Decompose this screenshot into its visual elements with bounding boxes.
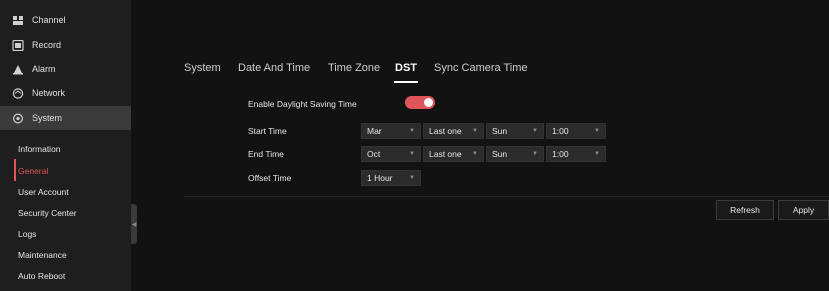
chevron-down-icon: ▼ bbox=[594, 151, 600, 157]
tab-time-zone[interactable]: Time Zone bbox=[328, 62, 380, 74]
chevron-down-icon: ▼ bbox=[532, 128, 538, 134]
chevron-left-icon: ◀ bbox=[131, 221, 137, 228]
chevron-down-icon: ▼ bbox=[594, 128, 600, 134]
alarm-icon bbox=[12, 64, 24, 75]
tab-sync-camera-time[interactable]: Sync Camera Time bbox=[434, 62, 528, 74]
active-tab-indicator bbox=[394, 81, 418, 83]
select-value: Mar bbox=[367, 126, 382, 136]
chevron-down-icon: ▼ bbox=[409, 175, 415, 181]
sidebar-item-label: Network bbox=[32, 88, 66, 98]
refresh-button-label: Refresh bbox=[730, 205, 760, 215]
chevron-down-icon: ▼ bbox=[409, 128, 415, 134]
sidebar-subitem-maintenance[interactable]: Maintenance bbox=[18, 250, 67, 260]
sidebar-item-system[interactable]: System bbox=[0, 106, 131, 130]
chevron-down-icon: ▼ bbox=[532, 151, 538, 157]
chevron-down-icon: ▼ bbox=[472, 151, 478, 157]
tab-system[interactable]: System bbox=[184, 62, 221, 74]
select-value: 1:00 bbox=[552, 149, 569, 159]
end-week-select[interactable]: Last one ▼ bbox=[423, 146, 484, 162]
chevron-down-icon: ▼ bbox=[472, 128, 478, 134]
apply-button-label: Apply bbox=[792, 205, 815, 215]
offset-time-select[interactable]: 1 Hour ▼ bbox=[361, 170, 421, 186]
start-day-select[interactable]: Sun ▼ bbox=[486, 123, 544, 139]
sidebar-item-alarm[interactable]: Alarm bbox=[0, 57, 131, 81]
sidebar-item-network[interactable]: Network bbox=[0, 81, 131, 105]
toggle-knob bbox=[424, 98, 433, 107]
record-icon bbox=[12, 39, 24, 51]
sidebar-subitem-logs[interactable]: Logs bbox=[18, 229, 36, 239]
sidebar-subitem-general[interactable]: General bbox=[18, 166, 48, 176]
chevron-down-icon: ▼ bbox=[409, 151, 415, 157]
divider bbox=[184, 196, 829, 197]
sidebar-subitem-user-account[interactable]: User Account bbox=[18, 187, 69, 197]
end-day-select[interactable]: Sun ▼ bbox=[486, 146, 544, 162]
enable-dst-label: Enable Daylight Saving Time bbox=[248, 99, 357, 109]
sidebar-item-label: Record bbox=[32, 40, 62, 50]
start-time-label: Start Time bbox=[248, 126, 287, 136]
sidebar-item-channel[interactable]: Channel bbox=[0, 8, 131, 32]
sidebar-subitem-auto-reboot[interactable]: Auto Reboot bbox=[18, 271, 65, 281]
select-value: 1:00 bbox=[552, 126, 569, 136]
end-month-select[interactable]: Oct ▼ bbox=[361, 146, 421, 162]
start-week-select[interactable]: Last one ▼ bbox=[423, 123, 484, 139]
end-time-label: End Time bbox=[248, 149, 284, 159]
gear-icon bbox=[12, 112, 24, 124]
select-value: Oct bbox=[367, 149, 381, 159]
sidebar-subitem-information[interactable]: Information bbox=[18, 144, 61, 154]
select-value: Last one bbox=[429, 126, 462, 136]
select-value: 1 Hour bbox=[367, 173, 393, 183]
select-value: Sun bbox=[492, 126, 508, 136]
sidebar-item-label: Channel bbox=[32, 15, 66, 25]
select-value: Last one bbox=[429, 149, 462, 159]
network-icon bbox=[12, 87, 24, 99]
start-month-select[interactable]: Mar ▼ bbox=[361, 123, 421, 139]
start-time-select[interactable]: 1:00 ▼ bbox=[546, 123, 606, 139]
tab-date-and-time[interactable]: Date And Time bbox=[238, 62, 310, 74]
enable-dst-toggle[interactable] bbox=[405, 96, 435, 109]
sidebar: Channel Record Alarm Network System Info… bbox=[0, 0, 131, 291]
refresh-button[interactable]: Refresh bbox=[716, 200, 774, 220]
offset-time-label: Offset Time bbox=[248, 173, 292, 183]
end-time-select[interactable]: 1:00 ▼ bbox=[546, 146, 606, 162]
select-value: Sun bbox=[492, 149, 508, 159]
tab-dst[interactable]: DST bbox=[395, 62, 417, 74]
sidebar-subitem-security-center[interactable]: Security Center bbox=[18, 208, 77, 218]
sidebar-item-record[interactable]: Record bbox=[0, 33, 131, 57]
apply-button[interactable]: Apply bbox=[778, 200, 829, 220]
active-marker bbox=[14, 159, 16, 181]
sidebar-item-label: System bbox=[32, 113, 63, 123]
sidebar-item-label: Alarm bbox=[32, 64, 56, 74]
channel-icon bbox=[12, 15, 24, 26]
